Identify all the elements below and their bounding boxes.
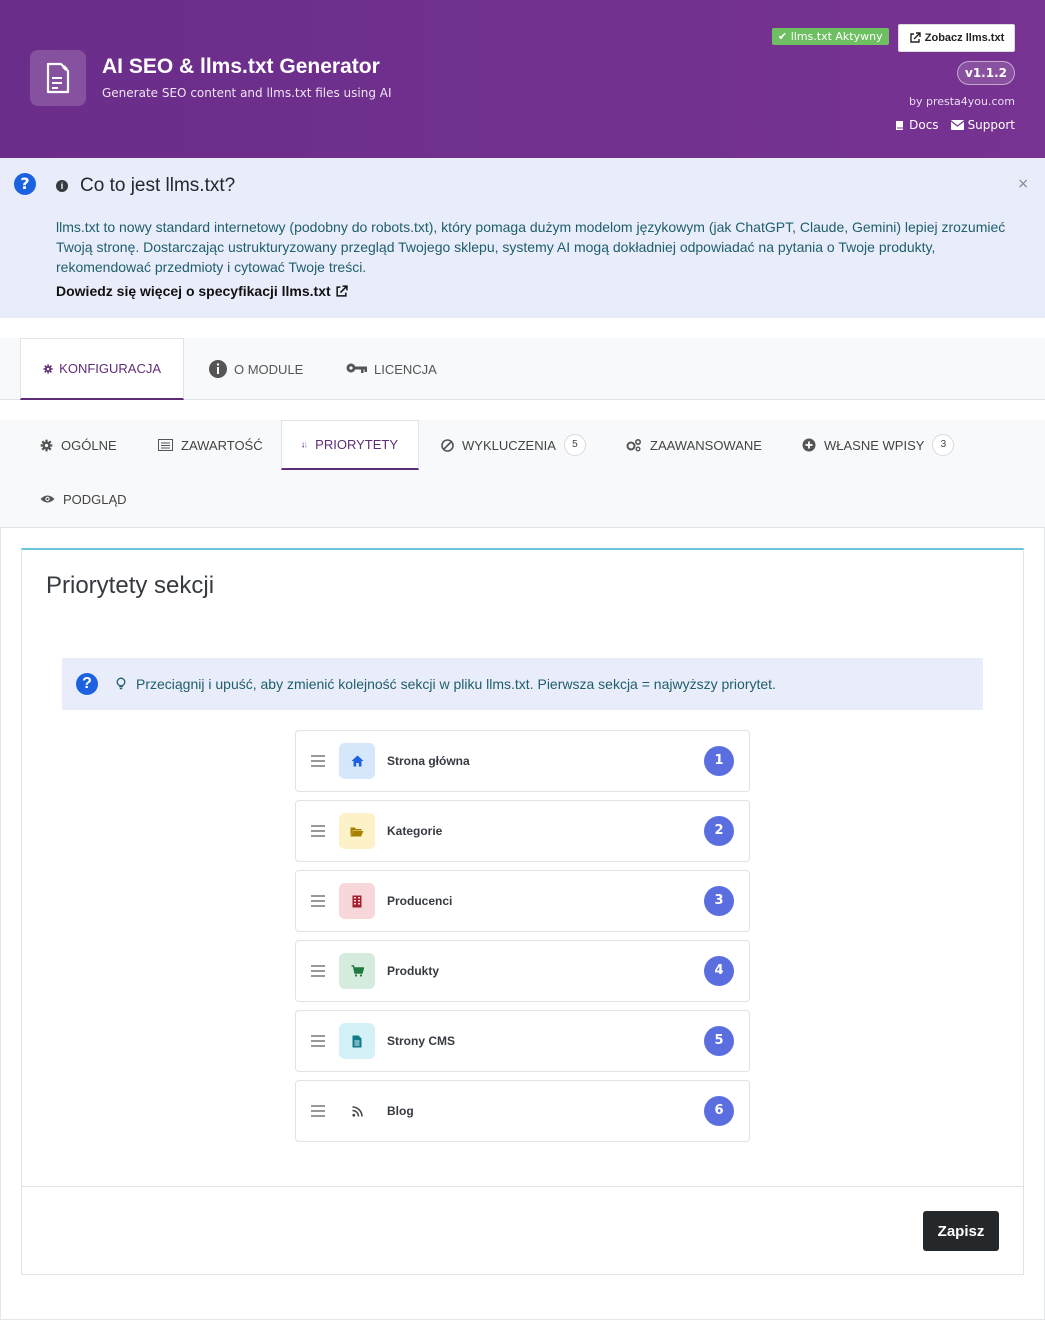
folder-icon <box>339 813 375 849</box>
tab-advanced[interactable]: ZAAWANSOWANE <box>606 420 782 470</box>
help-icon: ? <box>14 173 36 195</box>
priority-item-categories[interactable]: Kategorie 2 <box>295 800 750 862</box>
sort-icon: 19 <box>302 441 307 448</box>
tab-custom-entries[interactable]: WŁASNE WPISY 3 <box>782 420 974 470</box>
lightbulb-icon <box>116 677 126 690</box>
envelope-icon <box>950 120 964 130</box>
tab-content[interactable]: ZAWARTOŚĆ <box>138 420 283 470</box>
main-tabs: KONFIGURACJA O MODULE LICENCJA <box>0 338 1045 400</box>
list-icon <box>158 439 173 451</box>
app-subtitle: Generate SEO content and llms.txt files … <box>102 86 392 100</box>
cogs-icon <box>626 438 642 452</box>
tab-configuration[interactable]: KONFIGURACJA <box>20 338 184 400</box>
priority-number: 3 <box>704 886 734 916</box>
section-title: Priorytety sekcji <box>46 572 215 599</box>
info-title: i Co to jest llms.txt? <box>56 175 235 197</box>
docs-link[interactable]: Docs <box>894 118 939 132</box>
tab-preview[interactable]: PODGLĄD <box>20 474 147 524</box>
plus-circle-icon <box>802 438 816 452</box>
tab-priorities[interactable]: 19 PRIORYTETY <box>281 420 419 470</box>
priority-number: 5 <box>704 1026 734 1056</box>
priority-number: 2 <box>704 816 734 846</box>
info-icon: i <box>56 180 68 192</box>
svg-text:1: 1 <box>305 441 307 445</box>
external-link-icon <box>910 32 921 43</box>
drag-handle-icon[interactable] <box>311 1035 325 1047</box>
tab-license[interactable]: LICENCJA <box>324 338 459 400</box>
priority-number: 6 <box>704 1096 734 1126</box>
book-icon <box>896 120 904 130</box>
support-link[interactable]: Support <box>950 118 1015 132</box>
llms-info-panel: ? i Co to jest llms.txt? × llms.txt to n… <box>0 158 1045 318</box>
module-header: AI SEO & llms.txt Generator Generate SEO… <box>0 0 1045 158</box>
priority-number: 4 <box>704 956 734 986</box>
ban-icon <box>441 438 454 452</box>
home-icon <box>339 743 375 779</box>
key-icon <box>346 363 367 373</box>
priority-item-manufacturers[interactable]: Producenci 3 <box>295 870 750 932</box>
save-button[interactable]: Zapisz <box>923 1211 999 1251</box>
tab-general[interactable]: OGÓLNE <box>20 420 137 470</box>
view-llms-button[interactable]: Zobacz llms.txt <box>898 24 1015 52</box>
gear-icon <box>40 439 53 451</box>
external-link-icon <box>336 284 348 297</box>
drag-handle-icon[interactable] <box>311 1105 325 1117</box>
tab-exclusions[interactable]: WYKLUCZENIA 5 <box>421 420 606 470</box>
sub-tabs: OGÓLNE ZAWARTOŚĆ 19 PRIORYTETY WYKLUCZEN… <box>0 420 1045 528</box>
eye-icon <box>40 495 55 503</box>
drag-handle-icon[interactable] <box>311 825 325 837</box>
building-icon <box>339 883 375 919</box>
info-description: llms.txt to nowy standard internetowy (p… <box>56 219 1006 275</box>
gear-icon <box>43 363 53 374</box>
drag-handle-icon[interactable] <box>311 755 325 767</box>
priority-item-blog[interactable]: Blog 6 <box>295 1080 750 1142</box>
count-badge: 3 <box>932 434 955 456</box>
app-title: AI SEO & llms.txt Generator <box>102 55 380 78</box>
rss-icon <box>339 1093 375 1129</box>
spec-link[interactable]: Dowiedz się więcej o specyfikacji llms.t… <box>56 283 348 299</box>
priorities-hint: ? Przeciągnij i upuść, aby zmienić kolej… <box>62 658 983 710</box>
drag-handle-icon[interactable] <box>311 895 325 907</box>
info-icon <box>209 360 227 378</box>
priority-item-home[interactable]: Strona główna 1 <box>295 730 750 792</box>
close-icon[interactable]: × <box>1017 176 1029 192</box>
priority-item-products[interactable]: Produkty 4 <box>295 940 750 1002</box>
document-ai-icon <box>30 50 86 106</box>
help-icon: ? <box>76 673 98 695</box>
tab-about[interactable]: O MODULE <box>186 338 325 400</box>
author-byline: by presta4you.com <box>908 95 1015 108</box>
priority-number: 1 <box>704 746 734 776</box>
file-icon <box>339 1023 375 1059</box>
count-badge: 5 <box>563 434 586 456</box>
drag-handle-icon[interactable] <box>311 965 325 977</box>
active-status-badge: ✔ llms.txt Aktywny <box>772 28 889 45</box>
priority-item-cms-pages[interactable]: Strony CMS 5 <box>295 1010 750 1072</box>
cart-icon <box>339 953 375 989</box>
version-badge: v1.1.2 <box>957 61 1015 85</box>
card-footer-divider <box>22 1186 1023 1187</box>
